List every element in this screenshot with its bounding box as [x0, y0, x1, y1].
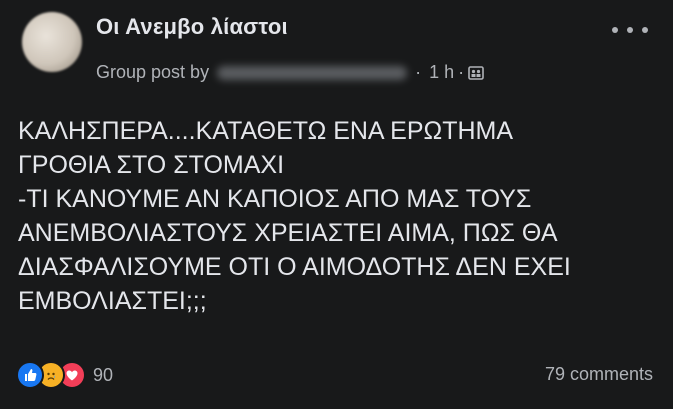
post-text-line: ΔΙΑΣΦΑΛΙΣΟΥΜΕ ΟΤΙ Ο ΑΙΜΟΔΟΤΗΣ ΔΕΝ ΕΧΕΙ: [18, 253, 571, 281]
post-text-line: ΓΡΟΘΙΑ ΣΤΟ ΣΤΟΜΑΧΙ: [18, 151, 285, 179]
group-post-by-label: Group post by: [96, 62, 210, 82]
reaction-count: 90: [93, 364, 114, 385]
post-timestamp[interactable]: 1 h: [429, 62, 454, 83]
post-text-line: ΑΝΕΜΒΟΛΙΑΣΤΟΥΣ ΧΡΕΙΑΣΤΕΙ ΑΙΜΑ, ΠΩΣ ΘΑ: [18, 219, 558, 247]
meta-separator: ·: [458, 62, 465, 82]
group-privacy-icon: [468, 65, 484, 80]
post-text: ΚΑΛΗΣΠΕΡΑ....ΚΑΤΑΘΕΤΩ ΕΝΑ ΕΡΩΤΗΜΑ ΓΡΟΘΙΑ…: [18, 114, 658, 318]
like-icon: [16, 361, 44, 389]
group-post: Οι Ανεμβο λίαστοι Group post by · 1 h · …: [0, 0, 673, 409]
author-name-redacted[interactable]: [217, 65, 408, 80]
group-avatar[interactable]: [22, 12, 82, 72]
group-name-link[interactable]: Οι Ανεμβο λίαστοι: [96, 14, 288, 40]
post-text-line: ΕΜΒΟΛΙΑΣΤΕΙ;;;: [18, 287, 207, 315]
post-meta: Group post by · 1 h ·: [96, 62, 484, 83]
reactions-summary[interactable]: 90: [16, 361, 113, 389]
comments-count-link[interactable]: 79 comments: [545, 364, 653, 385]
more-options-icon[interactable]: [612, 20, 648, 40]
meta-separator: ·: [415, 62, 422, 82]
post-text-line: -ΤΙ ΚΑΝΟΥΜΕ ΑΝ ΚΑΠΟΙΟΣ ΑΠΟ ΜΑΣ ΤΟΥΣ: [18, 185, 532, 213]
post-text-line: ΚΑΛΗΣΠΕΡΑ....ΚΑΤΑΘΕΤΩ ΕΝΑ ΕΡΩΤΗΜΑ: [18, 117, 514, 145]
